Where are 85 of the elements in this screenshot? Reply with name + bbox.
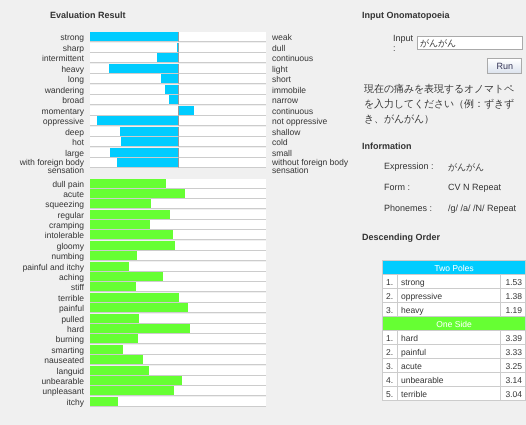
descriptor-label: regular	[56, 210, 84, 220]
pole-label: momentary	[40, 106, 84, 116]
input-label: Input :	[393, 33, 414, 53]
pole-label: sharp	[62, 42, 84, 52]
descriptor-label: stiff	[70, 282, 84, 292]
input-field[interactable]: がんがん	[417, 36, 524, 50]
info-value: がんがん	[448, 161, 485, 174]
table-cell: 2.	[382, 344, 398, 358]
pole-label: wandering	[44, 84, 84, 94]
pole-label: hot	[71, 137, 84, 147]
pole-label: small	[272, 148, 293, 158]
descriptor-label: pulled	[60, 314, 84, 324]
hint-text: 現在の痛みを表現するオノマトペを入力してください（例：ずきずき、がんがん）	[364, 82, 515, 127]
pole-label: dull	[272, 42, 286, 52]
pole-label: continuous	[272, 106, 314, 116]
table-cell: 5.	[382, 386, 398, 400]
pole-label: oppressive	[42, 116, 84, 126]
table-cell: 1.	[382, 274, 398, 288]
table-cell: 3.39	[500, 330, 526, 344]
descriptor-label: painful	[58, 303, 84, 314]
descriptor-label: languid	[56, 366, 84, 376]
pole-label: narrow	[272, 95, 299, 105]
info-label: Phonemes :	[384, 203, 434, 215]
descriptor-label: burning	[54, 334, 84, 344]
pole-label: long	[66, 74, 84, 84]
descriptor-label: nauseated	[43, 355, 84, 366]
pole-label: broad	[61, 95, 84, 105]
table-cell: 3.14	[500, 372, 526, 386]
table-cell: 1.	[382, 330, 398, 344]
section-title: Input Onomatopoeia	[361, 10, 450, 22]
info-label: Expression :	[384, 161, 435, 173]
section-title: Evaluation Result	[49, 10, 127, 22]
pole-label: weak	[272, 32, 293, 42]
table-cell: 4.	[382, 372, 398, 386]
pole-label: deep	[64, 126, 84, 136]
table-cell: 1.38	[500, 288, 526, 302]
descriptor-label: terrible	[57, 292, 84, 303]
pole-label: without foreign body sensation	[272, 158, 350, 174]
table-cell: painful	[398, 344, 500, 358]
info-value: /g/ /a/ /N/ Repeat	[448, 203, 518, 215]
pole-label: cold	[272, 137, 289, 147]
section-title: Descending Order	[361, 232, 442, 244]
descriptor-label: acute	[62, 188, 84, 199]
pole-label: heavy	[60, 64, 84, 74]
pole-label: with foreign body sensation	[18, 158, 84, 174]
section-title: Information	[361, 141, 412, 153]
descriptor-label: aching	[58, 272, 84, 282]
table-cell: oppressive	[398, 288, 500, 302]
table-cell: terrible	[398, 386, 500, 400]
table-cell: acute	[398, 358, 500, 372]
descriptor-label: unbearable	[40, 376, 84, 386]
table-cell: hard	[398, 330, 500, 344]
table-cell: 1.53	[500, 274, 526, 288]
info-label: Form :	[384, 182, 411, 194]
table-cell: 3.04	[500, 386, 526, 400]
pole-label: continuous	[272, 53, 314, 63]
descriptor-label: painful and itchy	[22, 262, 84, 272]
pole-label: not oppressive	[272, 116, 328, 126]
descriptor-label: hard	[66, 324, 84, 334]
pole-label: short	[272, 74, 292, 84]
run-button[interactable]: Run	[487, 58, 522, 74]
table-cell: 3.33	[500, 344, 526, 358]
pole-label: shallow	[272, 126, 302, 136]
table-section-header: One Side	[382, 316, 526, 330]
pole-label: light	[272, 64, 289, 74]
descriptor-label: gloomy	[56, 240, 84, 251]
descriptor-label: intolerable	[44, 230, 84, 240]
info-value: CV N Repeat	[448, 182, 502, 194]
table-section-header: Two Poles	[382, 260, 526, 274]
table-cell: 2.	[382, 288, 398, 302]
descriptor-label: cramping	[48, 220, 84, 230]
descriptor-label: numbing	[50, 251, 84, 262]
table-cell: 3.25	[500, 358, 526, 372]
table-cell: strong	[398, 274, 500, 288]
pole-label: immobile	[272, 84, 308, 94]
descriptor-label: smarting	[50, 344, 84, 355]
descriptor-label: unpleasant	[41, 386, 84, 396]
descriptor-label: dull pain	[51, 178, 84, 188]
table-cell: unbearable	[398, 372, 500, 386]
pole-label: intermittent	[40, 53, 84, 63]
pole-label: large	[64, 148, 84, 158]
pole-label: strong	[59, 32, 84, 42]
table-cell: 3.	[382, 358, 398, 372]
descriptor-label: squeezing	[44, 199, 84, 210]
descriptor-label: itchy	[66, 396, 84, 407]
